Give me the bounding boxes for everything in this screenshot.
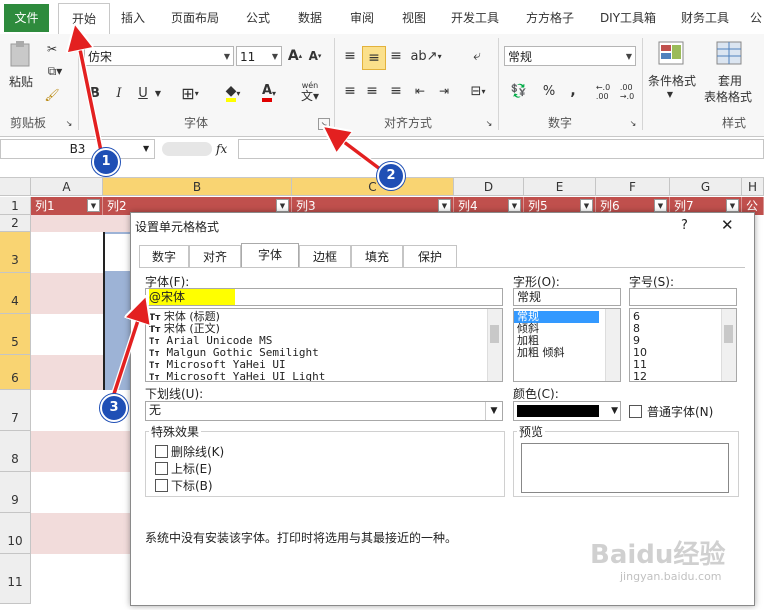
annotation-badge-1: 1 (92, 148, 120, 176)
arrow-2 (328, 130, 386, 174)
watermark-url: jingyan.baidu.com (620, 570, 722, 583)
arrow-3 (110, 302, 144, 401)
watermark-logo: Baidu经验 (590, 540, 726, 570)
arrow-1 (76, 30, 104, 157)
annotation-arrows (0, 0, 386, 401)
annotation-badge-2: 2 (377, 162, 405, 190)
annotation-badge-3: 3 (100, 394, 128, 422)
